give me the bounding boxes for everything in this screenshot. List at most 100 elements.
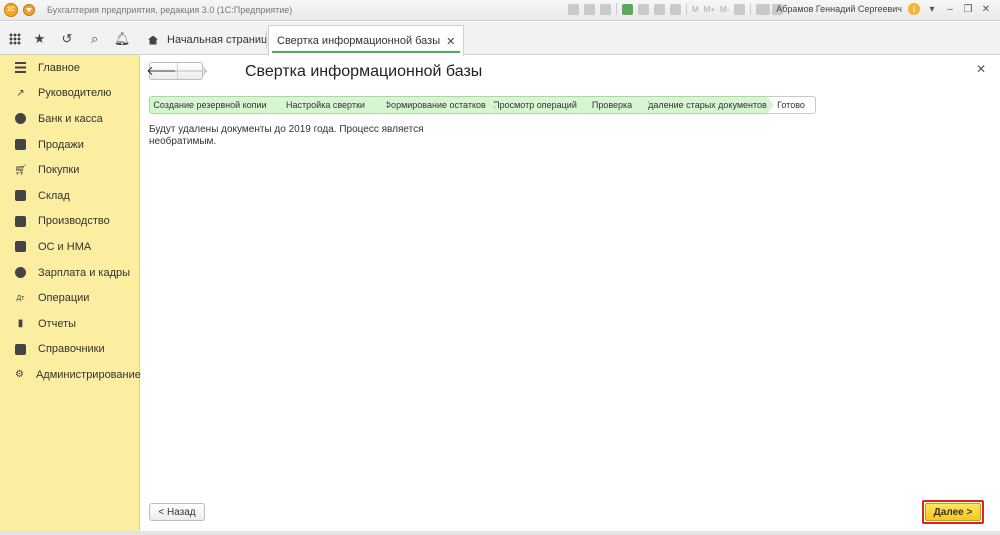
minimize-icon[interactable]: – (944, 4, 956, 15)
step-label: Проверка (591, 100, 633, 110)
calendar-icon[interactable] (670, 3, 681, 15)
sidebar-item-management[interactable]: ↗ Руководителю (0, 81, 139, 107)
screen-icon[interactable] (734, 3, 746, 15)
sidebar-item-operations[interactable]: Дт Операции (0, 285, 139, 311)
trend-icon: ↗ (16, 87, 25, 99)
toolbar-divider (750, 3, 752, 15)
next-button[interactable]: Далее > (925, 503, 981, 521)
message-line: Будут удалены документы до 2019 года. Пр… (149, 124, 424, 135)
home-icon (148, 35, 158, 45)
step-label: Просмотр операций (493, 100, 577, 110)
people-icon (15, 267, 26, 279)
sidebar-item-label: Продажи (38, 138, 84, 151)
history-nav: 🡐 🡒 (146, 62, 208, 80)
preview-icon[interactable] (600, 3, 611, 15)
cart-icon: 🛒︎ (14, 164, 27, 176)
sidebar-item-label: Справочники (38, 343, 105, 356)
sidebar-item-salary[interactable]: Зарплата и кадры (0, 260, 139, 286)
sidebar-item-reports[interactable]: ▮ Отчеты (0, 311, 139, 337)
close-tab-icon[interactable]: ✕ (446, 35, 455, 48)
sidebar-item-label: Склад (38, 189, 70, 202)
form-title: Свертка информационной базы (245, 63, 483, 80)
step-label: Удаление старых документов (643, 100, 767, 110)
bag-icon (15, 139, 26, 151)
main-menu-button[interactable] (23, 4, 35, 16)
tab-label: Начальная страница (167, 34, 274, 46)
step-settings[interactable]: Настройка свертки (270, 96, 388, 114)
tab-db-collapse[interactable]: Свертка информационной базы ✕ (268, 25, 465, 56)
factory-icon (15, 215, 26, 227)
step-label: Формирование остатков (384, 100, 486, 110)
sidebar-item-label: Администрирование (35, 368, 141, 381)
titlebar-right: Абрамов Геннадий Сергеевич i ▾ – ❐ ✕ (759, 3, 992, 15)
wizard-steps: Создание резервной копии Настройка сверт… (149, 96, 816, 114)
function-panel: ★ ↺ ⌕ 🔔︎ (0, 22, 140, 55)
sidebar-item-warehouse[interactable]: Склад (0, 183, 139, 209)
step-review[interactable]: Просмотр операций (489, 96, 588, 114)
close-icon[interactable]: ✕ (980, 4, 992, 15)
tab-label: Свертка информационной базы (277, 35, 441, 47)
search-icon[interactable]: ⌕ (86, 31, 104, 47)
step-label: Создание резервной копии (153, 100, 267, 110)
sidebar-item-main[interactable]: Главное (0, 55, 139, 81)
history-icon[interactable]: ↺ (58, 31, 76, 47)
menu-lines-icon (15, 62, 26, 74)
sidebar-item-label: Зарплата и кадры (38, 266, 131, 279)
sidebar-item-label: Банк и касса (38, 112, 103, 125)
sidebar-item-bank[interactable]: Банк и касса (0, 106, 139, 132)
print-icon[interactable] (584, 3, 595, 15)
sidebar-item-sales[interactable]: Продажи (0, 132, 139, 158)
app-logo: 1С (4, 3, 18, 17)
sidebar-item-production[interactable]: Производство (0, 209, 139, 235)
link-icon[interactable] (622, 3, 633, 15)
gear-icon: ⚙ (15, 369, 24, 381)
window-titlebar: 1С Бухгалтерия предприятия, редакция 3.0… (0, 0, 1000, 21)
window-bottom-border (0, 531, 1000, 535)
user-name[interactable]: Абрамов Геннадий Сергеевич (776, 4, 902, 14)
restore-icon[interactable]: ❐ (962, 4, 974, 15)
truck-icon (15, 241, 26, 253)
step-delete-docs[interactable]: Удаление старых документов (643, 96, 774, 114)
sidebar-item-administration[interactable]: ⚙ Администрирование (0, 362, 141, 388)
titlebar-toolbar: M M+ M- (568, 3, 784, 15)
warehouse-icon (15, 190, 26, 202)
calculator-icon[interactable] (654, 3, 665, 15)
sidebar-item-label: Покупки (38, 164, 80, 177)
save-icon[interactable] (568, 3, 579, 15)
back-button[interactable]: < Назад (149, 503, 205, 521)
apps-grid-icon[interactable] (8, 32, 21, 45)
window-title: Бухгалтерия предприятия, редакция 3.0 (1… (47, 5, 293, 15)
info-icon[interactable]: i (908, 3, 920, 15)
dropdown-icon[interactable]: ▾ (926, 4, 938, 15)
star-icon[interactable]: ★ (30, 31, 48, 47)
dt-kt-icon: Дт (16, 294, 25, 302)
toolbar-divider (616, 3, 617, 15)
sidebar-item-assets[interactable]: ОС и НМА (0, 234, 139, 260)
sidebar-item-label: Руководителю (38, 87, 112, 100)
next-button-highlight: Далее > (922, 500, 984, 524)
history-icon[interactable] (638, 3, 649, 15)
close-form-icon[interactable]: ✕ (976, 62, 986, 76)
step-check[interactable]: Проверка (581, 96, 650, 114)
sidebar-item-purchases[interactable]: 🛒︎ Покупки (0, 157, 139, 183)
forward-arrow-button[interactable]: 🡒 (174, 63, 208, 79)
message-line: необратимым. (149, 136, 217, 147)
memory-plus-button[interactable]: M+ (704, 5, 715, 14)
tab-home[interactable]: Начальная страница (140, 25, 281, 55)
memory-button[interactable]: M (692, 5, 699, 14)
step-backup[interactable]: Создание резервной копии (149, 96, 277, 114)
step-balances[interactable]: Формирование остатков (381, 96, 496, 114)
bell-icon[interactable]: 🔔︎ (113, 31, 131, 47)
user-icon (759, 3, 771, 15)
toolbar-divider (686, 3, 687, 15)
sidebar-item-label: Производство (38, 215, 110, 228)
memory-minus-button[interactable]: M- (720, 5, 729, 14)
step-label: Готово (777, 100, 805, 110)
sidebar: Главное ↗ Руководителю Банк и касса Прод… (0, 55, 141, 535)
sidebar-item-catalogs[interactable]: Справочники (0, 337, 139, 363)
sidebar-item-label: Операции (38, 292, 90, 305)
step-done[interactable]: Готово (767, 96, 816, 114)
step-label: Настройка свертки (286, 100, 365, 110)
coin-icon (15, 113, 26, 125)
form-content: 🡐 🡒 Свертка информационной базы ✕ Создан… (141, 56, 994, 531)
